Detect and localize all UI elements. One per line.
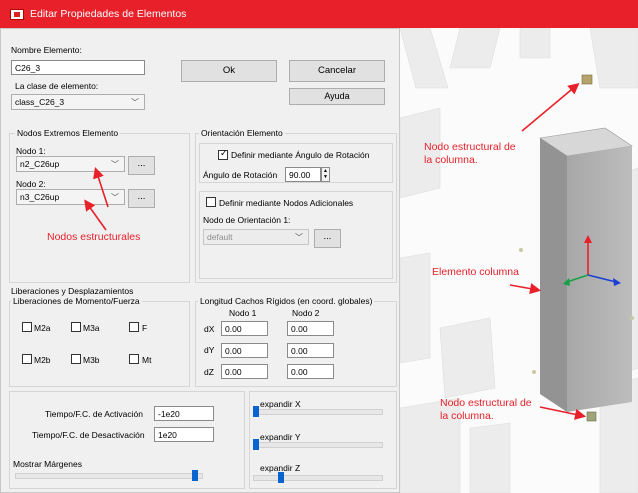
arrow-to-nodo1: [93, 166, 109, 208]
annotation-elemento: Elemento columna: [432, 266, 519, 278]
node-top[interactable]: [581, 74, 593, 85]
node-dot-b: [532, 370, 536, 374]
arrow-to-node-top: [521, 82, 580, 132]
column-element[interactable]: [539, 127, 633, 412]
annotation-nodo-top: Nodo estructural de la columna.: [424, 141, 516, 166]
viewport-scene: [400, 28, 638, 493]
3d-viewport[interactable]: Nodo estructural de la columna. Elemento…: [400, 28, 638, 493]
arrow-to-column: [509, 283, 542, 295]
node-dot-c: [630, 316, 634, 320]
node-dot-a: [519, 248, 523, 252]
annotation-nodo-bottom: Nodo estructural de la columna.: [440, 397, 532, 422]
dialog-arrows: [84, 166, 109, 231]
arrow-to-nodo2: [84, 199, 107, 231]
node-bottom[interactable]: [586, 411, 597, 422]
